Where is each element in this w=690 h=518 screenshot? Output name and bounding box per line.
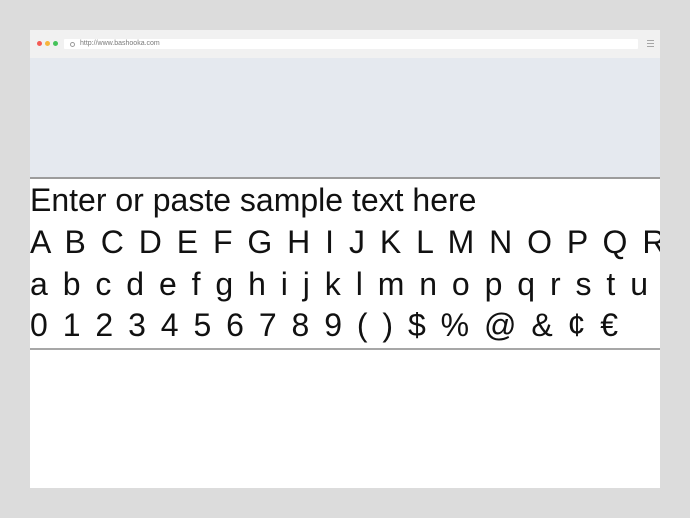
hero-banner xyxy=(30,58,660,178)
sample-text-line[interactable]: Enter or paste sample text here xyxy=(30,182,476,218)
minimize-window-dot-icon[interactable] xyxy=(45,41,50,46)
window-controls xyxy=(37,41,58,46)
font-sample-area[interactable]: Enter or paste sample text here A B C D … xyxy=(30,179,660,349)
address-url: http://www.bashooka.com xyxy=(80,40,160,47)
maximize-window-dot-icon[interactable] xyxy=(53,41,58,46)
lowercase-alphabet-line: a b c d e f g h i j k l m n o p q r s t … xyxy=(30,266,660,302)
bottom-divider xyxy=(30,348,660,350)
hamburger-menu-icon[interactable] xyxy=(647,40,654,48)
close-window-dot-icon[interactable] xyxy=(37,41,42,46)
numbers-symbols-line: 0 1 2 3 4 5 6 7 8 9 ( ) $ % @ & ¢ € xyxy=(30,307,620,343)
browser-window: http://www.bashooka.com Enter or paste s… xyxy=(30,30,660,488)
uppercase-alphabet-line: A B C D E F G H I J K L M N O P Q R S xyxy=(30,224,660,260)
address-bar[interactable]: http://www.bashooka.com xyxy=(64,39,638,49)
lock-icon xyxy=(70,41,75,47)
browser-titlebar: http://www.bashooka.com xyxy=(30,30,660,58)
